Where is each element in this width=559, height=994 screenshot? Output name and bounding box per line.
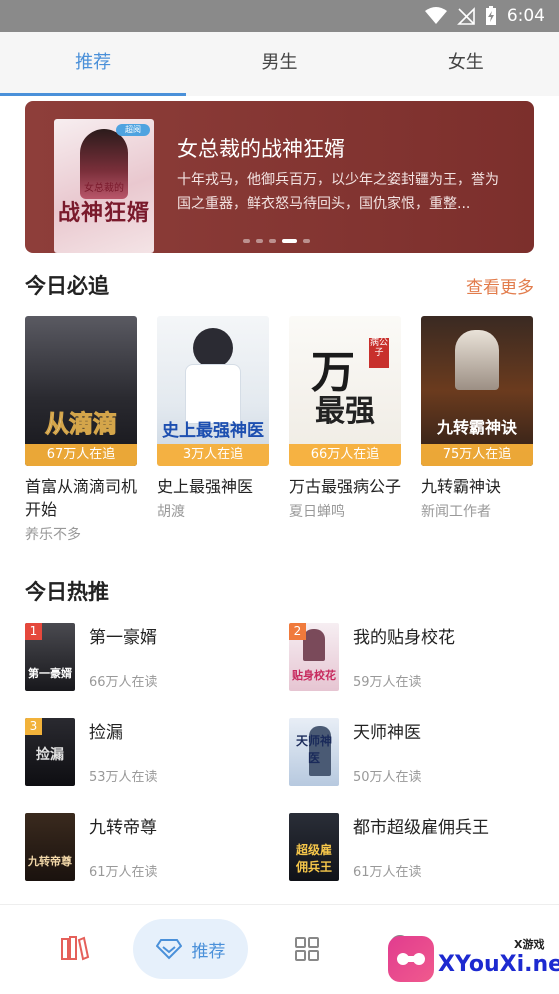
section-title-must-follow: 今日必追 [25,274,109,298]
hot-book-reads: 50万人在读 [353,770,422,785]
book-author: 新闻工作者 [421,504,491,520]
book-title: 首富从滴滴司机开始 [25,477,138,519]
hot-book-title: 九转帝尊 [89,818,157,838]
hot-book-title: 我的贴身校花 [353,628,455,648]
readers-badge: 67万人在追 [25,444,137,466]
watermark-text: XYouXi.net [438,952,559,977]
tab-male[interactable]: 男生 [186,32,372,96]
readers-badge: 3万人在追 [157,444,269,466]
book-author: 养乐不多 [25,527,81,543]
section-title-hot-today: 今日热推 [25,580,109,604]
tab-recommend[interactable]: 推荐 [0,32,186,96]
book-card[interactable]: 九转霸神诀 75万人在追 九转霸神诀 新闻工作者 [421,316,533,521]
hot-book-cover[interactable]: 超级雇佣兵王 [289,813,339,881]
bookshelf-icon [61,936,90,961]
grid-icon [295,937,319,961]
status-time: 6:04 [506,6,545,26]
book-card[interactable]: 史上最强神医 3万人在追 史上最强神医 胡渡 [157,316,269,521]
hot-list-item[interactable]: 天师神医 天师神医 50万人在读 [289,718,539,798]
hot-list-item[interactable]: 超级雇佣兵王 都市超级雇佣兵王 61万人在读 [289,813,539,893]
carousel-dots [243,239,310,243]
cover-tag: 超阅 [116,124,150,136]
readers-badge: 75万人在追 [421,444,533,466]
tab-indicator [0,93,186,96]
book-cover[interactable]: 九转霸神诀 75万人在追 [421,316,533,466]
readers-badge: 66万人在追 [289,444,401,466]
nav-recommend-label: 推荐 [191,941,226,962]
carousel-dot-active[interactable] [282,239,297,243]
book-title: 史上最强神医 [157,477,254,496]
hot-book-title: 第一豪婿 [89,628,157,648]
book-cover[interactable]: 万 病公子 最强 66万人在追 [289,316,401,466]
diamond-icon [155,939,182,960]
book-cover[interactable]: 史上最强神医 3万人在追 [157,316,269,466]
watermark: X游戏 XYouXi.net [388,928,559,994]
rank-badge: 2 [289,623,306,640]
hot-book-reads: 53万人在读 [89,770,158,785]
carousel-dot[interactable] [303,239,310,243]
watermark-small-text: X游戏 [514,938,545,951]
hot-book-cover[interactable]: 第一豪婿 1 [25,623,75,691]
cover-title: 战神狂婿 [58,200,151,226]
book-card[interactable]: 万 病公子 最强 66万人在追 万古最强病公子 夏日蝉鸣 [289,316,401,521]
carousel-dot[interactable] [269,239,276,243]
hot-list-item[interactable]: 第一豪婿 1 第一豪婿 66万人在读 [25,623,275,703]
featured-banner[interactable]: 超阅 女总裁的 战神狂婿 女总裁的战神狂婿 十年戎马，他御兵百万，以少年之姿封疆… [25,101,534,253]
book-card[interactable]: 从滴滴 67万人在追 首富从滴滴司机开始 养乐不多 [25,316,137,544]
hot-book-title: 天师神医 [353,723,421,743]
book-author: 夏日蝉鸣 [289,504,345,520]
hot-list-item[interactable]: 九转帝尊 九转帝尊 61万人在读 [25,813,275,893]
wifi-icon [424,7,447,24]
signal-off-icon [456,7,475,25]
book-cover[interactable]: 从滴滴 67万人在追 [25,316,137,466]
hot-book-cover[interactable]: 天师神医 [289,718,339,786]
category-tabs: 推荐 男生 女生 [0,32,559,96]
book-author: 胡渡 [157,504,185,520]
hot-book-cover[interactable]: 九转帝尊 [25,813,75,881]
hot-book-reads: 61万人在读 [353,865,422,880]
watermark-logo-icon [388,936,434,982]
battery-charging-icon [485,6,496,25]
tab-female[interactable]: 女生 [373,32,559,96]
hot-book-reads: 61万人在读 [89,865,158,880]
hot-book-title: 捡漏 [89,723,123,743]
banner-title: 女总裁的战神狂婿 [177,137,345,161]
nav-bookshelf[interactable] [44,923,104,979]
book-title: 万古最强病公子 [289,477,402,496]
hot-list-item[interactable]: 贴身校花 2 我的贴身校花 59万人在读 [289,623,539,703]
nav-recommend[interactable]: 推荐 [133,919,248,979]
view-more-link[interactable]: 查看更多 [466,273,534,298]
hot-book-title: 都市超级雇佣兵王 [353,818,489,838]
nav-category[interactable] [277,923,337,979]
rank-badge: 1 [25,623,42,640]
hot-book-reads: 66万人在读 [89,675,158,690]
hot-book-reads: 59万人在读 [353,675,422,690]
hot-book-cover[interactable]: 贴身校花 2 [289,623,339,691]
hot-book-cover[interactable]: 捡漏 3 [25,718,75,786]
hot-list-item[interactable]: 捡漏 3 捡漏 53万人在读 [25,718,275,798]
banner-book-cover[interactable]: 超阅 女总裁的 战神狂婿 [54,119,154,253]
rank-badge: 3 [25,718,42,735]
carousel-dot[interactable] [243,239,250,243]
carousel-dot[interactable] [256,239,263,243]
banner-description: 十年戎马，他御兵百万，以少年之姿封疆为王，誉为国之重器，鲜衣怒马待回头，国仇家恨… [177,172,499,212]
book-title: 九转霸神诀 [421,477,502,496]
status-bar: 6:04 [0,0,559,32]
cover-subtitle: 女总裁的 [84,183,124,194]
